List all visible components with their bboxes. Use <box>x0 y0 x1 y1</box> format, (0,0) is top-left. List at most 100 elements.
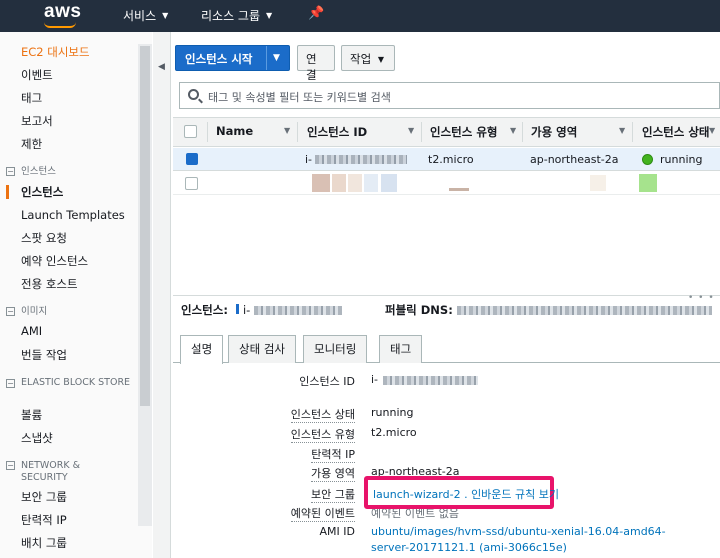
redacted-cell <box>332 174 346 192</box>
column-header-instance-state[interactable]: 인스턴스 상태 <box>642 124 709 140</box>
row-checkbox[interactable] <box>185 177 198 190</box>
sidebar-item-reports[interactable]: 보고서 <box>21 113 53 129</box>
sidebar-section-images[interactable]: 이미지 <box>21 306 47 318</box>
redacted-cell <box>449 188 469 191</box>
column-divider <box>421 122 422 142</box>
button-divider <box>266 46 267 70</box>
chevron-down-icon: ▼ <box>266 11 273 20</box>
redacted-cell <box>364 174 378 192</box>
sidebar-item-launch-templates[interactable]: Launch Templates <box>21 208 125 222</box>
availability-zone-cell: ap-northeast-2a <box>530 153 619 166</box>
instance-label: 인스턴스: <box>181 303 228 317</box>
tab-label: 설명 <box>191 342 213 356</box>
search-icon <box>188 89 199 100</box>
table-row[interactable]: i- t2.micro ap-northeast-2a running <box>173 148 720 171</box>
sidebar-collapse-tab[interactable] <box>153 32 171 558</box>
field-label-instance-type: 인스턴스 유형 <box>290 428 355 443</box>
pushpin-icon[interactable]: 📌 <box>308 6 324 21</box>
sidebar-section-instances[interactable]: 인스턴스 <box>21 166 56 178</box>
sidebar-item-snapshots[interactable]: 스냅샷 <box>21 430 53 446</box>
public-dns-summary: 퍼블릭 DNS: <box>385 302 712 318</box>
select-all-checkbox[interactable] <box>184 125 197 138</box>
table-row[interactable] <box>173 172 720 195</box>
sidebar-section-ebs[interactable]: ELASTIC BLOCK STORE <box>21 377 131 389</box>
pane-divider[interactable] <box>173 295 720 296</box>
field-label-ami-id: AMI ID <box>319 525 355 538</box>
column-divider <box>207 122 208 142</box>
redacted-cell <box>312 174 330 192</box>
sidebar-item-instances[interactable]: 인스턴스 <box>21 184 63 200</box>
chevron-down-icon[interactable]: ▼ <box>273 53 280 63</box>
sidebar-item-spot-requests[interactable]: 스팟 요청 <box>21 230 67 246</box>
filter-search-input[interactable]: 태그 및 속성별 필터 또는 키워드별 검색 <box>179 82 720 109</box>
tab-monitoring[interactable]: 모니터링 <box>303 335 368 363</box>
sidebar-scrollbar-thumb[interactable] <box>140 46 150 406</box>
sidebar-item-events[interactable]: 이벤트 <box>21 67 53 83</box>
collapse-section-icon[interactable]: − <box>6 307 15 316</box>
column-header-instance-type[interactable]: 인스턴스 유형 <box>430 124 497 140</box>
sidebar-item-reserved-instances[interactable]: 예약 인스턴스 <box>21 253 88 269</box>
security-group-link[interactable]: launch-wizard-2 . 인바운드 규칙 보기 <box>373 486 559 502</box>
tab-description[interactable]: 설명 <box>180 335 224 364</box>
sidebar-item-volumes[interactable]: 볼륨 <box>21 407 42 423</box>
sort-icon[interactable]: ▼ <box>284 126 290 135</box>
sidebar-item-security-groups[interactable]: 보안 그룹 <box>21 489 67 505</box>
public-dns-label: 퍼블릭 DNS: <box>385 303 453 317</box>
redacted-cell <box>348 174 362 192</box>
column-header-name[interactable]: Name <box>216 124 253 138</box>
column-divider <box>632 122 633 142</box>
sort-icon[interactable]: ▼ <box>510 126 516 135</box>
field-label-elastic-ip: 탄력적 IP <box>311 448 355 463</box>
redacted-cell <box>590 175 606 191</box>
instance-state-cell: running <box>660 153 703 166</box>
search-placeholder: 태그 및 속성별 필터 또는 키워드별 검색 <box>208 91 391 104</box>
instance-value: i- <box>242 303 251 317</box>
field-label-instance-state: 인스턴스 상태 <box>290 408 355 423</box>
resource-groups-menu[interactable]: 리소스 그룹 ▼ <box>201 7 272 24</box>
column-divider <box>297 122 298 142</box>
selected-instance-summary: 인스턴스: i- <box>181 302 343 318</box>
sidebar-item-bundle-tasks[interactable]: 번들 작업 <box>21 347 67 363</box>
launch-instance-button[interactable]: 인스턴스 시작 ▼ <box>175 45 290 71</box>
resource-groups-label: 리소스 그룹 <box>201 9 261 23</box>
sidebar-item-dashboard[interactable]: EC2 대시보드 <box>21 44 90 60</box>
services-menu[interactable]: 서비스 ▼ <box>123 7 168 24</box>
collapse-section-icon[interactable]: − <box>6 167 15 176</box>
launch-instance-label: 인스턴스 시작 <box>185 52 253 66</box>
sidebar-item-elastic-ips[interactable]: 탄력적 IP <box>21 512 67 528</box>
sort-icon[interactable]: ▼ <box>408 126 414 135</box>
tab-label: 상태 검사 <box>239 342 285 356</box>
actions-button[interactable]: 작업 ▼ <box>341 45 395 71</box>
column-header-availability-zone[interactable]: 가용 영역 <box>531 124 577 140</box>
sidebar-item-ami[interactable]: AMI <box>21 324 42 338</box>
column-header-instance-id[interactable]: 인스턴스 ID <box>307 124 367 140</box>
redacted-instance-id <box>315 155 407 164</box>
field-value-instance-id: i- <box>371 373 379 386</box>
field-value-ami-id[interactable]: ubuntu/images/hvm-ssd/ubuntu-xenial-16.0… <box>371 525 666 538</box>
tab-tags[interactable]: 태그 <box>379 335 423 363</box>
tab-status-checks[interactable]: 상태 검사 <box>228 335 296 363</box>
services-menu-label: 서비스 <box>123 9 157 23</box>
aws-logo[interactable]: aws <box>44 1 81 23</box>
row-checkbox-checked[interactable] <box>186 153 198 165</box>
actions-label: 작업 <box>350 52 372 66</box>
column-divider <box>522 122 523 142</box>
connect-button[interactable]: 연결 <box>297 45 335 82</box>
field-value-instance-type: t2.micro <box>371 426 417 439</box>
collapse-section-icon[interactable]: − <box>6 379 15 388</box>
sort-icon[interactable]: ▼ <box>619 126 625 135</box>
collapse-section-icon[interactable]: − <box>6 461 15 470</box>
field-label-security-groups: 보안 그룹 <box>311 488 355 503</box>
tab-label: 모니터링 <box>314 342 357 356</box>
sidebar-section-network[interactable]: NETWORK & SECURITY <box>21 460 121 484</box>
field-value-ami-id-line2[interactable]: server-20171121.1 (ami-3066c15e) <box>371 541 567 554</box>
sort-icon[interactable]: ▼ <box>709 126 715 135</box>
redacted-cell <box>381 174 397 192</box>
detail-tabs: 설명 상태 검사 모니터링 태그 <box>173 333 720 364</box>
instance-id-cell: i- <box>305 153 313 166</box>
sidebar-item-dedicated-hosts[interactable]: 전용 호스트 <box>21 276 78 292</box>
sidebar-item-limits[interactable]: 제한 <box>21 136 42 152</box>
sidebar-item-tags[interactable]: 태그 <box>21 90 42 106</box>
chevron-left-icon[interactable]: ◀ <box>158 62 165 72</box>
sidebar-item-placement-groups[interactable]: 배치 그룹 <box>21 535 67 551</box>
